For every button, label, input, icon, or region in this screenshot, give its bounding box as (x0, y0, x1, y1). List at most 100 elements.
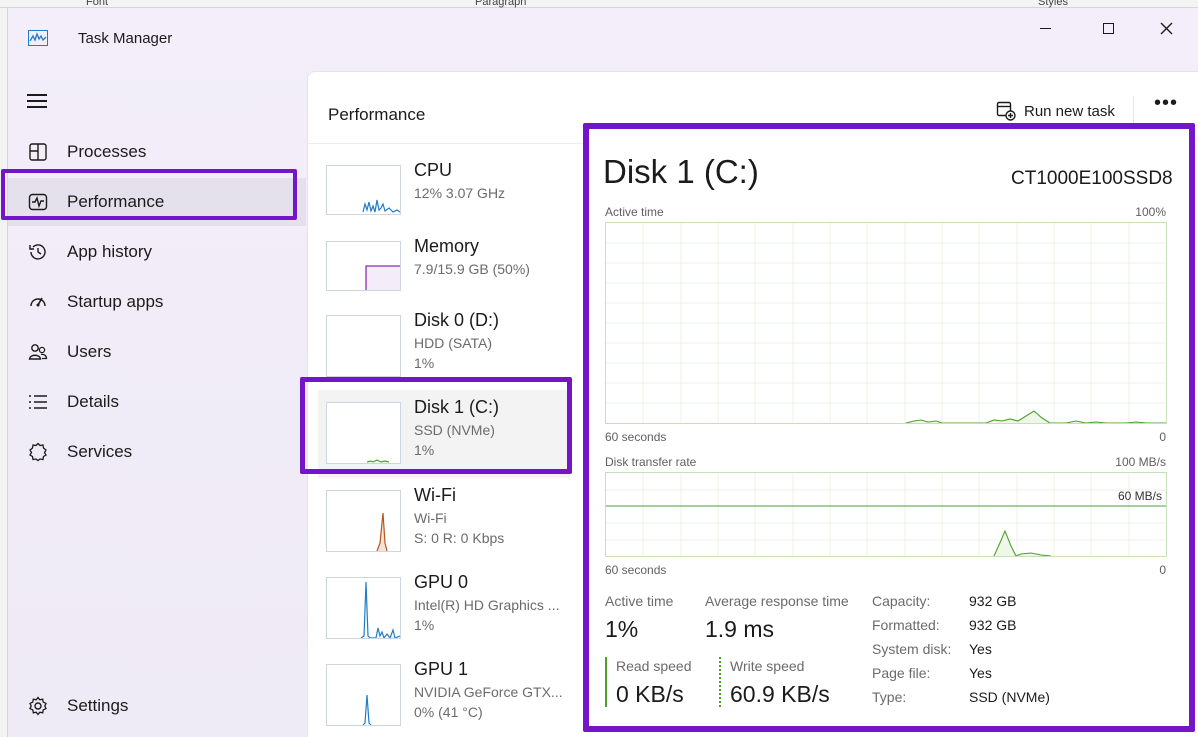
device-usage: 0% (41 °C) (414, 704, 483, 720)
history-icon (29, 244, 46, 260)
device-name: Wi-Fi (414, 485, 456, 505)
run-task-label: Run new task (1024, 102, 1115, 120)
ribbon-styles-label: Styles (1038, 0, 1068, 8)
device-detail: 7.9/15.9 GB (50%) (414, 261, 530, 277)
active-time-value: 1% (605, 616, 639, 642)
system-disk-key: System disk: (872, 641, 952, 657)
device-item-disk-0[interactable]: Disk 0 (D:) HDD (SATA) 1% (318, 310, 568, 399)
more-options-icon[interactable]: ••• (1154, 92, 1178, 115)
header-divider (308, 143, 583, 144)
nav-label: Users (67, 342, 112, 361)
capacity-value: 932 GB (969, 593, 1017, 609)
nav-label: Details (67, 392, 119, 411)
nav-label: Processes (67, 142, 147, 161)
transfer-graph-duration: 60 seconds (605, 563, 667, 577)
wifi-thumbnail (326, 490, 401, 552)
transfer-graph-max: 100 MB/s (1115, 455, 1166, 469)
nav-item-details[interactable]: Details (8, 378, 306, 426)
nav-label: Startup apps (67, 292, 164, 311)
minimize-button[interactable] (1022, 12, 1068, 44)
system-disk-value: Yes (969, 641, 992, 657)
active-time-graph-min: 0 (1159, 430, 1166, 444)
device-item-gpu-0[interactable]: GPU 0 Intel(R) HD Graphics ... 1% (318, 572, 568, 661)
users-icon (28, 344, 48, 360)
page-file-key: Page file: (872, 665, 931, 681)
write-speed-label: Write speed (730, 658, 805, 674)
minimize-icon (1039, 27, 1051, 29)
disk1-thumbnail (326, 402, 401, 464)
read-speed-label: Read speed (616, 658, 692, 674)
performance-icon (28, 193, 48, 211)
run-task-icon (996, 101, 1016, 121)
device-detail: HDD (SATA) (414, 335, 493, 351)
device-name: GPU 0 (414, 572, 469, 592)
details-icon (29, 395, 47, 409)
read-speed-value: 0 KB/s (616, 681, 684, 707)
device-name: GPU 1 (414, 659, 469, 679)
device-detail: SSD (NVMe) (414, 422, 495, 438)
transfer-graph-mid: 60 MB/s (1117, 489, 1162, 503)
write-speed-value: 60.9 KB/s (730, 681, 830, 707)
disk-model: CT1000E100SSD8 (1011, 168, 1173, 189)
nav-label: App history (67, 242, 153, 261)
nav-item-settings[interactable]: Settings (8, 684, 306, 728)
window-title: Task Manager (78, 30, 173, 47)
avg-response-label: Average response time (705, 593, 849, 609)
cpu-thumbnail (326, 165, 401, 215)
transfer-graph-label: Disk transfer rate (605, 455, 697, 469)
run-new-task-button[interactable]: Run new task (996, 101, 1115, 121)
active-time-graph (605, 222, 1167, 424)
device-detail: NVIDIA GeForce GTX... (414, 684, 563, 700)
device-detail: Wi-Fi (414, 510, 447, 526)
read-speed-indicator (605, 657, 607, 707)
menu-toggle-icon[interactable] (27, 94, 47, 110)
nav-item-users[interactable]: Users (8, 328, 306, 376)
type-key: Type: (872, 689, 907, 705)
device-item-wifi[interactable]: Wi-Fi Wi-Fi S: 0 R: 0 Kbps (318, 485, 568, 574)
disk0-thumbnail (326, 315, 401, 377)
nav-item-app-history[interactable]: App history (8, 228, 306, 276)
device-usage: 1% (414, 617, 435, 633)
active-time-graph-max: 100% (1135, 205, 1166, 219)
page-title: Performance (328, 105, 426, 124)
device-name: Disk 0 (D:) (414, 310, 499, 330)
gpu0-thumbnail (326, 577, 401, 640)
gear-icon (29, 696, 47, 716)
nav-item-processes[interactable]: Processes (8, 128, 306, 176)
device-usage: 1% (414, 355, 435, 371)
nav-item-performance[interactable]: Performance (8, 178, 306, 226)
capacity-key: Capacity: (872, 593, 931, 609)
device-item-disk-1[interactable]: Disk 1 (C:) SSD (NVMe) 1% (318, 390, 570, 478)
startup-icon (30, 297, 46, 307)
write-speed-indicator (719, 657, 721, 707)
transfer-rate-graph (605, 472, 1167, 557)
disk-title: Disk 1 (C:) (603, 153, 759, 190)
avg-response-value: 1.9 ms (705, 616, 775, 642)
active-time-graph-label: Active time (605, 205, 664, 219)
device-detail: 12% 3.07 GHz (414, 185, 506, 201)
device-detail: Intel(R) HD Graphics ... (414, 597, 560, 613)
nav-label: Services (67, 442, 133, 461)
active-time-label: Active time (605, 593, 674, 609)
close-button[interactable] (1143, 12, 1189, 44)
formatted-value: 932 GB (969, 617, 1017, 633)
gpu1-thumbnail (326, 664, 401, 726)
nav-item-services[interactable]: Services (8, 428, 306, 476)
nav-label: Performance (67, 192, 165, 211)
formatted-key: Formatted: (872, 617, 940, 633)
background-ribbon: Font Paragraph Styles (0, 0, 1198, 8)
device-usage: 1% (414, 442, 435, 458)
maximize-button[interactable] (1085, 12, 1131, 44)
device-name: CPU (414, 160, 453, 180)
type-value: SSD (NVMe) (969, 689, 1050, 705)
nav-item-startup-apps[interactable]: Startup apps (8, 278, 306, 326)
task-manager-icon (28, 30, 48, 46)
ribbon-font-label: Font (86, 0, 109, 8)
page-file-value: Yes (969, 665, 992, 681)
close-icon (1160, 22, 1172, 34)
device-item-gpu-1[interactable]: GPU 1 NVIDIA GeForce GTX... 0% (41 °C) (318, 659, 568, 737)
device-usage: S: 0 R: 0 Kbps (414, 530, 505, 546)
transfer-graph-min: 0 (1159, 563, 1166, 577)
background-app-edge (0, 8, 8, 737)
settings-label: Settings (67, 696, 129, 715)
